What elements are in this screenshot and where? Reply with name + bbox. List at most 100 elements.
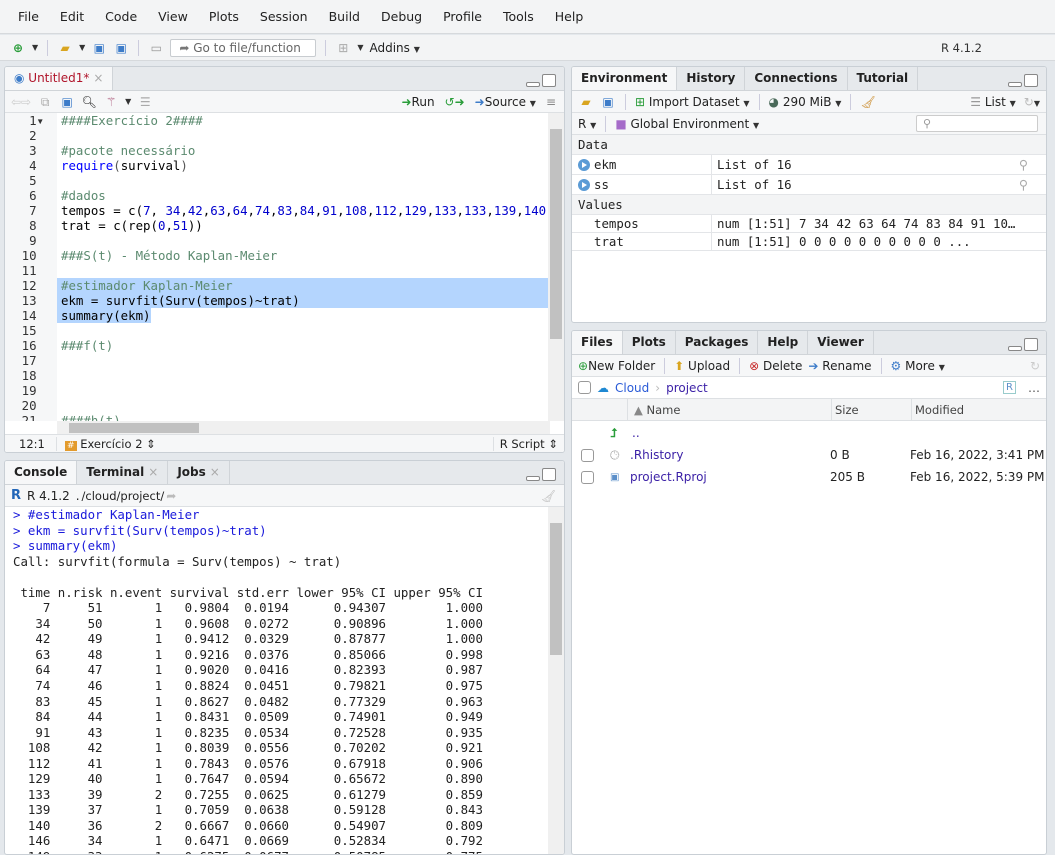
menu-plots[interactable]: Plots bbox=[209, 9, 239, 24]
print-icon[interactable]: ▭ bbox=[148, 40, 164, 56]
tab-console[interactable]: Console bbox=[5, 461, 78, 484]
select-all-checkbox[interactable] bbox=[578, 381, 591, 394]
close-icon[interactable]: × bbox=[148, 465, 158, 479]
new-file-icon[interactable]: ⊕ bbox=[10, 40, 26, 56]
tab-environment[interactable]: Environment bbox=[572, 67, 678, 90]
view-data-icon[interactable]: ⚲ bbox=[1019, 177, 1028, 192]
parent-directory-link[interactable]: .. bbox=[632, 426, 640, 440]
pane-min-max[interactable] bbox=[1008, 338, 1038, 351]
code-line[interactable]: 8 trat = c(rep(0,51)) bbox=[5, 218, 552, 233]
breadcrumb-cloud[interactable]: Cloud bbox=[615, 381, 649, 395]
section-navigator[interactable]: # Exercício 2 ⇕ bbox=[57, 437, 156, 451]
tab-tutorial[interactable]: Tutorial bbox=[847, 67, 919, 90]
go-to-file-input[interactable]: ➦ Go to file/function bbox=[170, 38, 317, 57]
env-row-tempos[interactable]: tempos num [1:51] 7 34 42 63 64 74 83 84 … bbox=[572, 215, 1046, 233]
tab-jobs[interactable]: Jobs × bbox=[168, 461, 230, 484]
close-icon[interactable]: × bbox=[93, 71, 103, 85]
file-checkbox[interactable] bbox=[581, 448, 594, 462]
more-options-icon[interactable]: … bbox=[1028, 381, 1040, 395]
file-row-parent[interactable]: ⮥ .. bbox=[572, 422, 1046, 444]
menu-tools[interactable]: Tools bbox=[503, 9, 534, 24]
tab-viewer[interactable]: Viewer bbox=[808, 331, 874, 354]
tab-plots[interactable]: Plots bbox=[622, 331, 676, 354]
code-line[interactable]: 10 ###S(t) - Método Kaplan-Meier bbox=[5, 248, 552, 263]
code-line[interactable]: 21 ####h(t) bbox=[5, 413, 552, 421]
source-button[interactable]: ➜Source ▼ bbox=[475, 95, 536, 109]
upload-button[interactable]: ⬆ Upload bbox=[674, 359, 730, 373]
working-directory[interactable]: /cloud/project/ bbox=[82, 489, 165, 503]
save-icon[interactable]: ▣ bbox=[91, 40, 107, 56]
file-link[interactable]: project.Rproj bbox=[630, 470, 830, 484]
file-type-selector[interactable]: R Script ⇕ bbox=[492, 436, 558, 451]
code-line[interactable]: 5 bbox=[5, 173, 552, 188]
open-folder-icon[interactable]: ▰ bbox=[57, 40, 73, 56]
rerun-button[interactable]: ↺➜ bbox=[445, 95, 465, 109]
column-size[interactable]: Size bbox=[832, 398, 912, 421]
compile-report-icon[interactable]: ☰ bbox=[137, 94, 153, 110]
save-workspace-icon[interactable]: ▣ bbox=[600, 94, 616, 110]
expand-icon[interactable] bbox=[578, 158, 590, 171]
maximize-icon[interactable] bbox=[542, 468, 556, 481]
menu-help[interactable]: Help bbox=[555, 9, 584, 24]
tab-help[interactable]: Help bbox=[758, 331, 809, 354]
code-line[interactable]: 19 bbox=[5, 383, 552, 398]
code-line[interactable]: 14 summary(ekm) bbox=[5, 308, 552, 323]
r-version-label[interactable]: R 4.1.2 bbox=[941, 41, 982, 55]
menu-session[interactable]: Session bbox=[260, 9, 308, 24]
rename-button[interactable]: ➔ Rename bbox=[808, 359, 871, 373]
import-dataset-button[interactable]: ⊞ Import Dataset ▼ bbox=[635, 95, 750, 109]
chevron-down-icon[interactable]: ▼ bbox=[357, 43, 363, 52]
code-line[interactable]: 13 ekm = survfit(Surv(tempos)~trat) bbox=[5, 293, 552, 308]
console-vertical-scrollbar[interactable] bbox=[548, 507, 564, 854]
chevron-down-icon[interactable]: ▼ bbox=[32, 43, 38, 52]
environment-search-input[interactable]: ⚲ bbox=[916, 115, 1038, 132]
clear-workspace-icon[interactable]: 🧹︎ bbox=[860, 95, 875, 109]
magic-wand-icon[interactable]: ⚚ bbox=[103, 94, 119, 110]
code-line[interactable]: 15 bbox=[5, 323, 552, 338]
addins-menu[interactable]: Addins ▼ bbox=[369, 41, 419, 55]
code-line[interactable]: 6 #dados bbox=[5, 188, 552, 203]
code-line[interactable]: 1▾ ####Exercício 2#### bbox=[5, 113, 552, 128]
save-icon[interactable]: ▣ bbox=[59, 94, 75, 110]
clear-console-icon[interactable]: 🧹︎ bbox=[541, 489, 556, 503]
minimize-icon[interactable] bbox=[1008, 82, 1022, 87]
code-line[interactable]: 2 bbox=[5, 128, 552, 143]
pane-min-max[interactable] bbox=[526, 468, 556, 481]
column-modified[interactable]: Modified bbox=[912, 403, 964, 417]
maximize-icon[interactable] bbox=[1024, 338, 1038, 351]
language-selector[interactable]: R ▼ bbox=[578, 117, 596, 131]
tab-files[interactable]: Files bbox=[572, 331, 623, 354]
environment-selector[interactable]: ■ Global Environment ▼ bbox=[615, 117, 759, 131]
scroll-thumb[interactable] bbox=[550, 129, 562, 339]
grid-layout-icon[interactable]: ⊞ bbox=[335, 40, 351, 56]
menu-code[interactable]: Code bbox=[105, 9, 137, 24]
code-line[interactable]: 17 bbox=[5, 353, 552, 368]
tab-terminal[interactable]: Terminal × bbox=[77, 461, 169, 484]
project-icon[interactable]: R bbox=[1003, 381, 1016, 394]
save-all-icon[interactable]: ▣ bbox=[113, 40, 129, 56]
maximize-icon[interactable] bbox=[542, 74, 556, 87]
menu-debug[interactable]: Debug bbox=[381, 9, 422, 24]
minimize-icon[interactable] bbox=[526, 476, 540, 481]
file-row-rproj[interactable]: ▣ project.Rproj 205 B Feb 16, 2022, 5:39… bbox=[572, 466, 1046, 488]
close-icon[interactable]: × bbox=[210, 465, 220, 479]
menu-edit[interactable]: Edit bbox=[60, 9, 84, 24]
env-row-trat[interactable]: trat num [1:51] 0 0 0 0 0 0 0 0 0 0 ... bbox=[572, 233, 1046, 251]
editor-horizontal-scrollbar[interactable] bbox=[57, 421, 550, 435]
refresh-icon[interactable]: ↻ bbox=[1030, 359, 1040, 373]
code-line[interactable]: 16 ###f(t) bbox=[5, 338, 552, 353]
scroll-thumb[interactable] bbox=[69, 423, 199, 433]
outline-icon[interactable]: ≡ bbox=[546, 95, 556, 109]
menu-file[interactable]: File bbox=[18, 9, 39, 24]
code-line[interactable]: 3 #pacote necessário bbox=[5, 143, 552, 158]
code-line[interactable]: 4 require(survival) bbox=[5, 158, 552, 173]
tab-untitled1[interactable]: ◉ Untitled1* × bbox=[5, 67, 114, 90]
show-in-window-icon[interactable]: ⧉ bbox=[37, 94, 53, 110]
delete-button[interactable]: ⊗ Delete bbox=[749, 359, 802, 373]
more-button[interactable]: ⚙ More ▼ bbox=[891, 359, 945, 373]
view-data-icon[interactable]: ⚲ bbox=[1019, 157, 1028, 172]
load-workspace-icon[interactable]: ▰ bbox=[578, 94, 594, 110]
code-line[interactable]: 7 tempos = c(7, 34,42,63,64,74,83,84,91,… bbox=[5, 203, 552, 218]
back-forward-icon[interactable]: ⇦⇨ bbox=[11, 95, 31, 109]
tab-connections[interactable]: Connections bbox=[745, 67, 848, 90]
